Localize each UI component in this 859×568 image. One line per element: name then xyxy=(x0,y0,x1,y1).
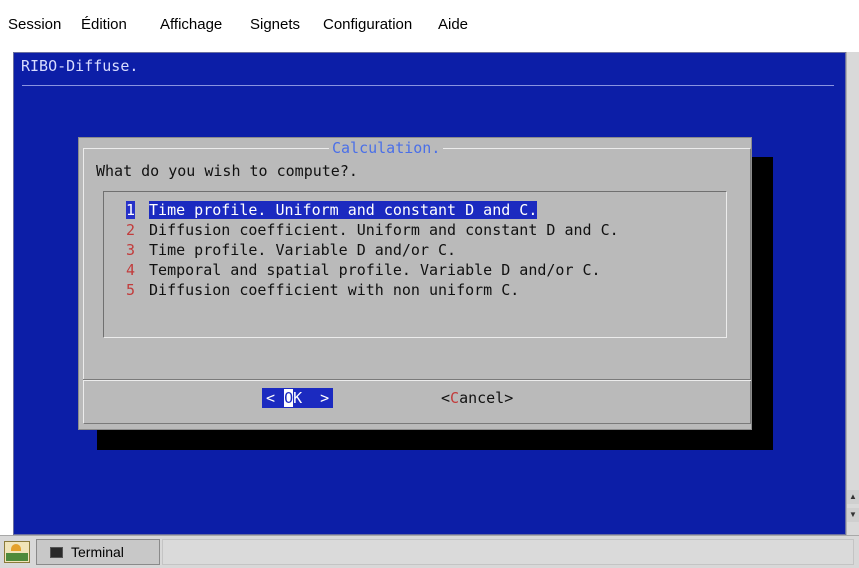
title-divider xyxy=(22,85,834,86)
desktop-launcher-icon[interactable] xyxy=(4,541,30,563)
menu-item-tag: 4 xyxy=(126,261,136,279)
menu-item-label: Temporal and spatial profile. Variable D… xyxy=(149,261,601,279)
menu-session[interactable]: Session xyxy=(8,16,61,33)
scroll-down-icon[interactable]: ▼ xyxy=(847,508,859,522)
cancel-button-hotkey: C xyxy=(450,389,460,407)
menu-item-time-profile-variable[interactable]: 3 Time profile. Variable D and/or C. xyxy=(126,240,456,260)
ok-button-hotkey: O xyxy=(284,389,294,407)
app-title: RIBO-Diffuse. xyxy=(21,57,139,75)
menu-item-temporal-spatial-profile[interactable]: 4 Temporal and spatial profile. Variable … xyxy=(126,260,601,280)
menu-item-tag: 1 xyxy=(126,201,136,219)
menu-signets[interactable]: Signets xyxy=(250,16,300,33)
menu-aide[interactable]: Aide xyxy=(438,16,468,33)
menu-item-label: Time profile. Variable D and/or C. xyxy=(149,241,457,259)
taskbar-item-terminal[interactable]: Terminal xyxy=(36,539,160,565)
sun-shape xyxy=(11,544,21,551)
taskbar-empty-area xyxy=(162,539,854,565)
menu-bar: Session Édition Affichage Signets Config… xyxy=(0,0,859,48)
menu-item-tag: 5 xyxy=(126,281,136,299)
button-divider-highlight xyxy=(83,380,751,381)
cancel-button-post: ancel> xyxy=(459,389,514,407)
taskbar-item-label: Terminal xyxy=(71,544,124,560)
calculation-dialog: Calculation. What do you wish to compute… xyxy=(78,137,752,430)
menu-item-label: Time profile. Uniform and constant D and… xyxy=(149,201,538,219)
terminal-scrollbar[interactable]: ▲ ▼ xyxy=(846,52,859,535)
dialog-title: Calculation. xyxy=(329,139,444,157)
menu-item-label: Diffusion coefficient with non uniform C… xyxy=(149,281,520,299)
ok-button[interactable]: < OK > xyxy=(262,388,334,408)
menu-item-tag: 2 xyxy=(126,221,136,239)
menu-list: 1 Time profile. Uniform and constant D an… xyxy=(103,191,727,338)
menu-item-diffusion-coefficient-nonuniform[interactable]: 5 Diffusion coefficient with non uniform … xyxy=(126,280,519,300)
dialog-prompt: What do you wish to compute?. xyxy=(96,162,358,180)
menu-item-diffusion-coefficient-uniform[interactable]: 2 Diffusion coefficient. Uniform and cons… xyxy=(126,220,619,240)
menu-item-label: Diffusion coefficient. Uniform and const… xyxy=(149,221,619,239)
cancel-button-pre: < xyxy=(441,389,451,407)
land-shape xyxy=(6,553,28,561)
ok-button-pre: < xyxy=(266,389,285,407)
menu-edition[interactable]: Édition xyxy=(81,16,127,33)
terminal-icon xyxy=(50,547,63,558)
ok-button-post: K > xyxy=(293,389,330,407)
menu-configuration[interactable]: Configuration xyxy=(323,16,412,33)
taskbar: Terminal xyxy=(0,535,859,568)
menu-item-tag: 3 xyxy=(126,241,136,259)
menu-affichage[interactable]: Affichage xyxy=(160,16,222,33)
cancel-button[interactable]: <Cancel> xyxy=(441,388,513,408)
menu-item-time-profile-uniform[interactable]: 1 Time profile. Uniform and constant D an… xyxy=(126,200,538,220)
scroll-up-icon[interactable]: ▲ xyxy=(847,490,859,504)
